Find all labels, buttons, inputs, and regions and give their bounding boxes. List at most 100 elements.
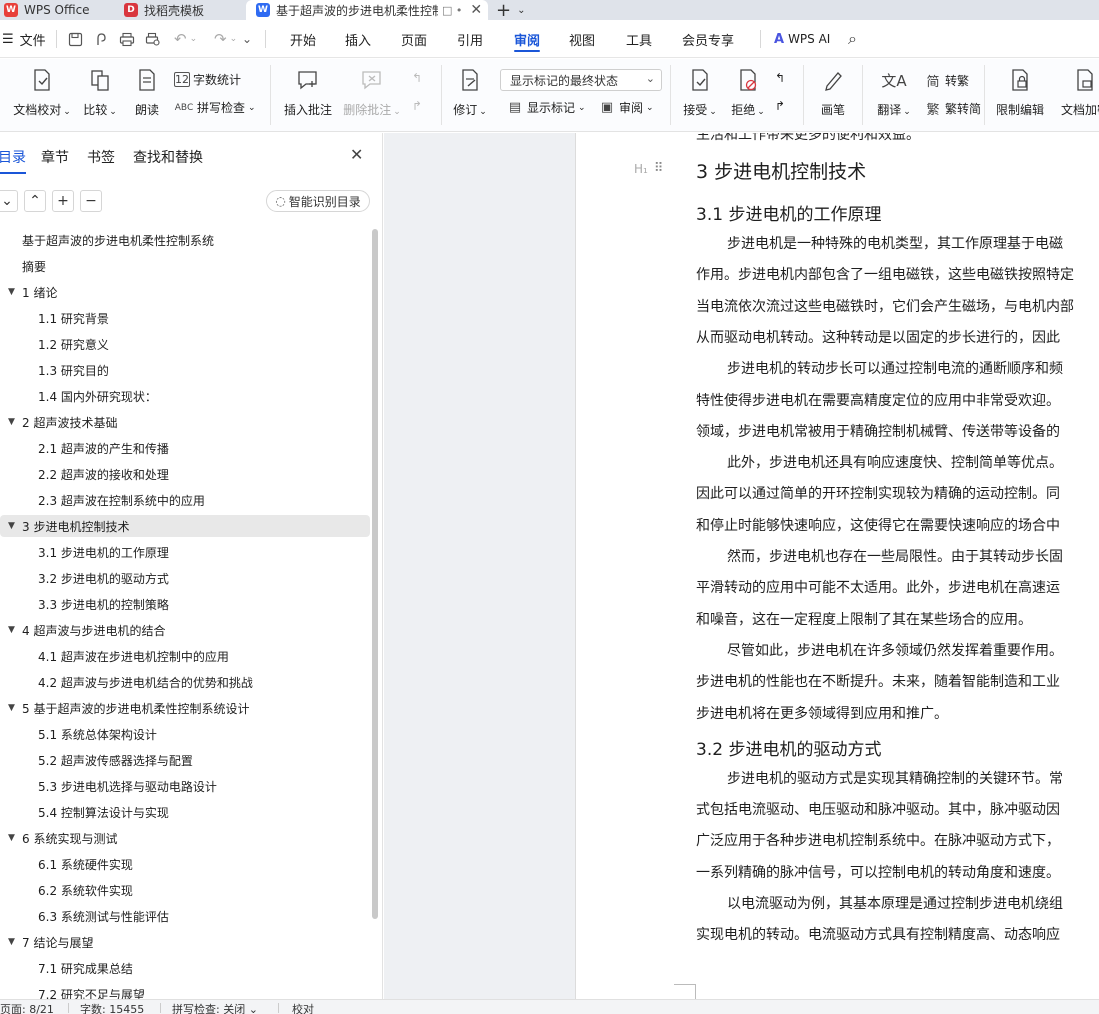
save-icon[interactable]: [68, 20, 83, 58]
translate-button[interactable]: 文A 翻译 ⌄: [876, 67, 912, 118]
toc-item[interactable]: ▼ 5 基于超声波的步进电机柔性控制系统设计: [0, 697, 370, 719]
print-preview-icon[interactable]: [145, 20, 161, 58]
toc-item[interactable]: ▼ 4 超声波与步进电机的结合: [0, 619, 370, 641]
toc-item[interactable]: 5.1 系统总体架构设计: [0, 723, 370, 745]
toc-item[interactable]: 1.4 国内外研究现状：: [0, 385, 370, 407]
spell-check-button[interactable]: ABC 拼写检查 ⌄: [174, 99, 256, 116]
menu-page[interactable]: 页面: [401, 20, 427, 58]
drag-handle-icon[interactable]: ⠿: [654, 161, 663, 176]
menu-references[interactable]: 引用: [457, 20, 483, 58]
toc-item[interactable]: 2.3 超声波在控制系统中的应用: [0, 489, 370, 511]
tab-chapters[interactable]: 章节: [41, 147, 69, 167]
toc-item[interactable]: 6.1 系统硬件实现: [0, 853, 370, 875]
draw-button[interactable]: 画笔: [818, 67, 848, 118]
read-aloud-button[interactable]: 朗读: [132, 67, 162, 118]
previous-comment-icon[interactable]: ↰: [412, 71, 422, 85]
close-icon[interactable]: ✕: [350, 145, 363, 164]
compare-button[interactable]: 比较 ⌄: [82, 67, 118, 118]
toc-item[interactable]: ▼ 6 系统实现与测试: [0, 827, 370, 849]
toc-item[interactable]: 3.1 步进电机的工作原理: [0, 541, 370, 563]
markup-display-select[interactable]: 显示标记的最终状态 ⌄: [500, 69, 662, 91]
toc-item[interactable]: 5.3 步进电机选择与驱动电路设计: [0, 775, 370, 797]
search-icon[interactable]: ⌕: [848, 20, 857, 58]
simplified-to-traditional-button[interactable]: 简 转繁: [924, 71, 969, 90]
page-indicator[interactable]: 页面: 8/21: [0, 1001, 54, 1014]
redo-icon[interactable]: ↷ ⌄: [214, 20, 237, 58]
tab-docer-template[interactable]: D 找稻壳模板: [112, 0, 240, 20]
toc-item[interactable]: 基于超声波的步进电机柔性控制系统: [0, 229, 370, 251]
toc-item[interactable]: 1.2 研究意义: [0, 333, 370, 355]
tab-bookmarks[interactable]: 书签: [87, 147, 115, 167]
spell-check-status[interactable]: 拼写检查: 关闭 ⌄: [172, 1001, 258, 1014]
previous-change-icon[interactable]: ↰: [775, 71, 785, 85]
word-count-indicator[interactable]: 字数: 15455: [80, 1001, 144, 1014]
expand-arrow-icon[interactable]: ▼: [8, 833, 15, 843]
quick-access-more-icon[interactable]: ⌄: [242, 20, 252, 58]
toc-item[interactable]: 5.4 控制算法设计与实现: [0, 801, 370, 823]
next-comment-icon[interactable]: ↱: [412, 99, 422, 113]
remove-heading-button[interactable]: −: [80, 190, 102, 212]
collapse-all-button[interactable]: ⌄: [0, 190, 18, 212]
menu-insert[interactable]: 插入: [345, 20, 371, 58]
next-change-icon[interactable]: ↱: [775, 99, 785, 113]
document-page[interactable]: 生活和工作带来更多的便利和效益。 H₁ ⠿ 3 步进电机控制技术 3.1 步进电…: [575, 133, 1099, 999]
delete-comment-button[interactable]: 删除批注 ⌄: [342, 67, 402, 118]
expand-arrow-icon[interactable]: ▼: [8, 703, 15, 713]
toc-item[interactable]: 2.1 超声波的产生和传播: [0, 437, 370, 459]
toc-item[interactable]: 2.2 超声波的接收和处理: [0, 463, 370, 485]
toc-item[interactable]: 5.2 超声波传感器选择与配置: [0, 749, 370, 771]
nav-scrollbar[interactable]: [372, 229, 378, 919]
chevron-down-icon[interactable]: ⌄: [517, 5, 525, 16]
plus-icon[interactable]: +: [496, 0, 511, 21]
menu-member[interactable]: 会员专享: [682, 20, 734, 58]
new-tab-button[interactable]: + ⌄: [496, 0, 525, 21]
toc-item[interactable]: 7.2 研究不足与展望: [0, 983, 370, 1000]
toc-item[interactable]: ▼ 2 超声波技术基础: [0, 411, 370, 433]
accept-button[interactable]: 接受 ⌄: [680, 67, 720, 118]
document-canvas[interactable]: 生活和工作带来更多的便利和效益。 H₁ ⠿ 3 步进电机控制技术 3.1 步进电…: [384, 133, 1099, 999]
expand-arrow-icon[interactable]: ▼: [8, 287, 15, 297]
review-pane-button[interactable]: ▣ 审阅 ⌄: [598, 99, 654, 116]
tab-close-icon[interactable]: ✕: [470, 2, 482, 18]
proofread-status[interactable]: 校对: [292, 1001, 314, 1014]
tab-find-replace[interactable]: 查找和替换: [133, 147, 203, 167]
expand-arrow-icon[interactable]: ▼: [8, 521, 15, 531]
toc-item[interactable]: 4.2 超声波与步进电机结合的优势和挑战: [0, 671, 370, 693]
menu-review[interactable]: 审阅: [514, 20, 541, 58]
restrict-edit-button[interactable]: 限制编辑: [994, 67, 1046, 118]
add-heading-button[interactable]: +: [52, 190, 74, 212]
expand-arrow-icon[interactable]: ▼: [8, 937, 15, 947]
reject-button[interactable]: 拒绝 ⌄: [728, 67, 768, 118]
toc-item[interactable]: 6.3 系统测试与性能评估: [0, 905, 370, 927]
word-count-button[interactable]: 12 字数统计: [174, 71, 241, 88]
insert-comment-button[interactable]: 插入批注: [282, 67, 334, 118]
track-changes-button[interactable]: 修订 ⌄: [452, 67, 488, 118]
doc-proofread-button[interactable]: 文档校对 ⌄: [12, 67, 72, 118]
promote-level-button[interactable]: ⌃: [24, 190, 46, 212]
tab-wps-office[interactable]: W WPS Office: [0, 0, 108, 20]
traditional-to-simplified-button[interactable]: 繁 繁转简: [924, 99, 981, 118]
tab-toc[interactable]: 目录: [0, 147, 26, 174]
menu-home[interactable]: 开始: [290, 20, 316, 58]
toc-item[interactable]: ▼ 3 步进电机控制技术: [0, 515, 370, 537]
menu-view[interactable]: 视图: [569, 20, 595, 58]
doc-encrypt-button[interactable]: 文档加密: [1055, 67, 1099, 118]
heading-handle[interactable]: H₁ ⠿: [634, 161, 663, 176]
show-markup-button[interactable]: ▤ 显示标记 ⌄: [506, 99, 586, 116]
wps-ai-button[interactable]: A WPS AI: [774, 20, 830, 58]
toc-item[interactable]: 1.3 研究目的: [0, 359, 370, 381]
tab-current-document[interactable]: W 基于超声波的步进电机柔性控制 □ • ✕: [246, 0, 488, 20]
toc-item[interactable]: ▼ 1 绪论: [0, 281, 370, 303]
toc-item[interactable]: 摘要: [0, 255, 370, 277]
expand-arrow-icon[interactable]: ▼: [8, 417, 15, 427]
toc-item[interactable]: 3.2 步进电机的驱动方式: [0, 567, 370, 589]
toc-item[interactable]: 6.2 系统软件实现: [0, 879, 370, 901]
toc-item[interactable]: 4.1 超声波在步进电机控制中的应用: [0, 645, 370, 667]
undo-icon[interactable]: ↶ ⌄: [174, 20, 197, 58]
export-pdf-icon[interactable]: [94, 20, 109, 58]
toc-item[interactable]: ▼ 7 结论与展望: [0, 931, 370, 953]
expand-arrow-icon[interactable]: ▼: [8, 625, 15, 635]
toc-item[interactable]: 1.1 研究背景: [0, 307, 370, 329]
toc-item[interactable]: 7.1 研究成果总结: [0, 957, 370, 979]
print-icon[interactable]: [119, 20, 135, 58]
